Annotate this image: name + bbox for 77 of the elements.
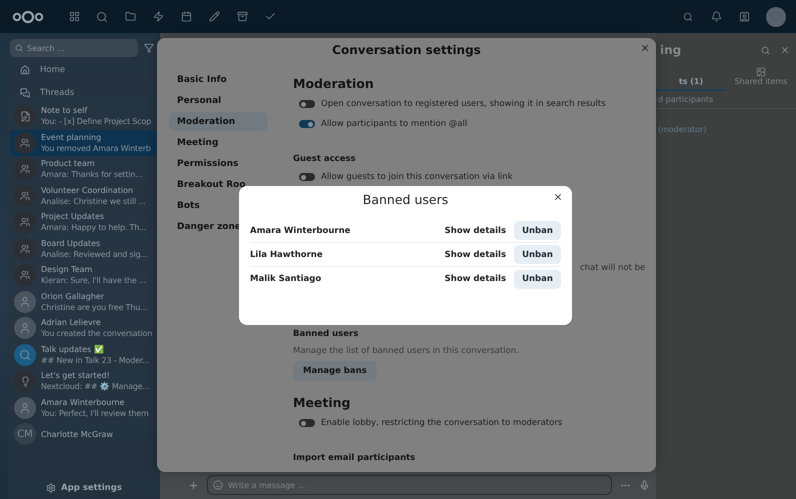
participant-role: (moderator) (657, 124, 708, 134)
message-preview: Analise: Christine we still ... (41, 196, 146, 207)
settings-nav-item[interactable]: Breakout Roo (169, 175, 268, 194)
message-preview: Amara: Thanks for settin... (41, 169, 142, 180)
conversation-item[interactable]: Amara Winterbourne You: Perfect, I'll review them (10, 394, 158, 421)
toggle-label: Allow participants to mention @all (321, 119, 468, 129)
settings-nav-item[interactable]: Personal (169, 91, 268, 110)
conversation-item[interactable]: Let's get started! Nextcloud: ## ⚙ Manage... (10, 368, 158, 394)
avatar: CM (14, 423, 36, 446)
show-details-button[interactable]: Show details (444, 226, 506, 236)
section-heading: Meeting (293, 394, 352, 412)
conversation-item[interactable]: Board Updates Analise: Reviewed and sig... (10, 236, 158, 262)
user-name: Malik Santiago (250, 274, 322, 284)
manage-bans-button[interactable]: Manage bans (293, 361, 377, 381)
settings-nav-item[interactable]: Permissions (169, 154, 268, 173)
message-preview: Kieran: Sure, I'll have the ... (41, 275, 146, 286)
toggle-label: Enable lobby, restricting the conversation to moderators (321, 418, 562, 428)
conversation-name: Project Updates (41, 211, 106, 222)
conversation-item[interactable]: Project Updates Amara: Happy to help. Th... (10, 209, 158, 236)
subsection-heading: Import email participants (293, 452, 416, 465)
conversation-name: Event planning (41, 132, 102, 143)
conversation-item[interactable]: Product team Amara: Thanks for settin... (10, 156, 158, 182)
show-details-button[interactable]: Show details (444, 250, 506, 260)
show-details-button[interactable]: Show details (444, 274, 506, 284)
description-text: chat will not be (580, 263, 646, 273)
description-text: Manage the list of banned users in this conversation. (293, 346, 520, 356)
message-preview: You removed Amara Winterb (41, 142, 151, 154)
message-preview: Christine are you free Thu... (41, 302, 148, 313)
message-preview: Nextcloud: ## ⚙ Manage... (41, 381, 150, 392)
unban-button[interactable]: Unban (514, 270, 561, 288)
nav-item[interactable]: Threads (10, 83, 158, 103)
conversation-item[interactable]: Volunteer Coordination Analise: Christine we still ... (10, 182, 158, 209)
unban-button[interactable]: Unban (514, 245, 561, 264)
conversation-item[interactable]: Orion Gallagher Christine are you free Thu... (10, 288, 158, 315)
nav-item[interactable]: Home (10, 60, 158, 80)
message-preview: Amara: Happy to help. Th... (41, 222, 146, 234)
message-preview: Analise: Reviewed and sig... (41, 248, 148, 260)
conversation-item[interactable]: Event planning You removed Amara Winterb (10, 130, 158, 156)
unban-button[interactable]: Unban (514, 221, 561, 240)
message-preview: You: Perfect, I'll review them (41, 408, 149, 419)
conversation-item[interactable]: Design Team Kieran: Sure, I'll have the ... (10, 262, 158, 288)
app-settings-button[interactable]: App settings (10, 477, 158, 499)
user-name: Lila Hawthorne (250, 250, 324, 260)
section-heading: Moderation (293, 74, 375, 92)
conversation-name: Let's get started! (41, 370, 111, 382)
conversation-name: Orion Gallagher (41, 290, 106, 302)
conversation-name: Board Updates (41, 238, 102, 249)
nav-label: Home (40, 65, 66, 75)
subsection-heading: Banned users (293, 328, 360, 341)
conversation-name: Amara Winterbourne (41, 396, 126, 408)
conversation-name: Charlotte McGraw (41, 428, 113, 440)
nav-label: Threads (40, 88, 74, 98)
conversation-name: Talk updates ✅ (41, 344, 105, 355)
subsection-heading: Guest access (293, 153, 357, 166)
conversation-item[interactable]: Talk updates ✅ ## New in Talk 23 - Moder... (10, 342, 158, 368)
dialog-title: Conversation settings (332, 43, 481, 57)
conversation-name: Design Team (41, 264, 94, 276)
settings-nav-item[interactable]: Meeting (169, 133, 268, 152)
message-preview: You created the conversation (41, 328, 152, 340)
message-preview: ## New in Talk 23 - Moder... (41, 354, 150, 366)
user-name: Amara Winterbourne (250, 226, 352, 236)
toggle-label: Allow guests to join this conversation via link (321, 172, 513, 182)
panel-title: ing (660, 43, 682, 57)
conversation-name: Adrian Lelievre (41, 317, 102, 328)
conversation-item[interactable]: Adrian Lelievre You created the conversation (10, 315, 158, 342)
message-preview: You: - [x] Define Project Scop (41, 116, 151, 128)
conversation-name: Note to self (41, 105, 88, 116)
search-field[interactable]: Search ... (10, 39, 138, 57)
toggle-label: Open conversation to registered users, showing it in search results (321, 99, 606, 109)
dialog-title: Banned users (362, 192, 448, 206)
conversation-item[interactable]: Note to self You: - [x] Define Project Scop (10, 103, 158, 130)
settings-nav-item[interactable]: Moderation (169, 112, 268, 131)
tab[interactable]: Shared items (726, 65, 796, 91)
conversation-name: Product team (41, 158, 96, 170)
conversation-item[interactable]: CM Charlotte McGraw (10, 421, 158, 448)
settings-nav-item[interactable]: Basic Info (169, 70, 268, 89)
conversation-name: Volunteer Coordination (41, 184, 134, 196)
